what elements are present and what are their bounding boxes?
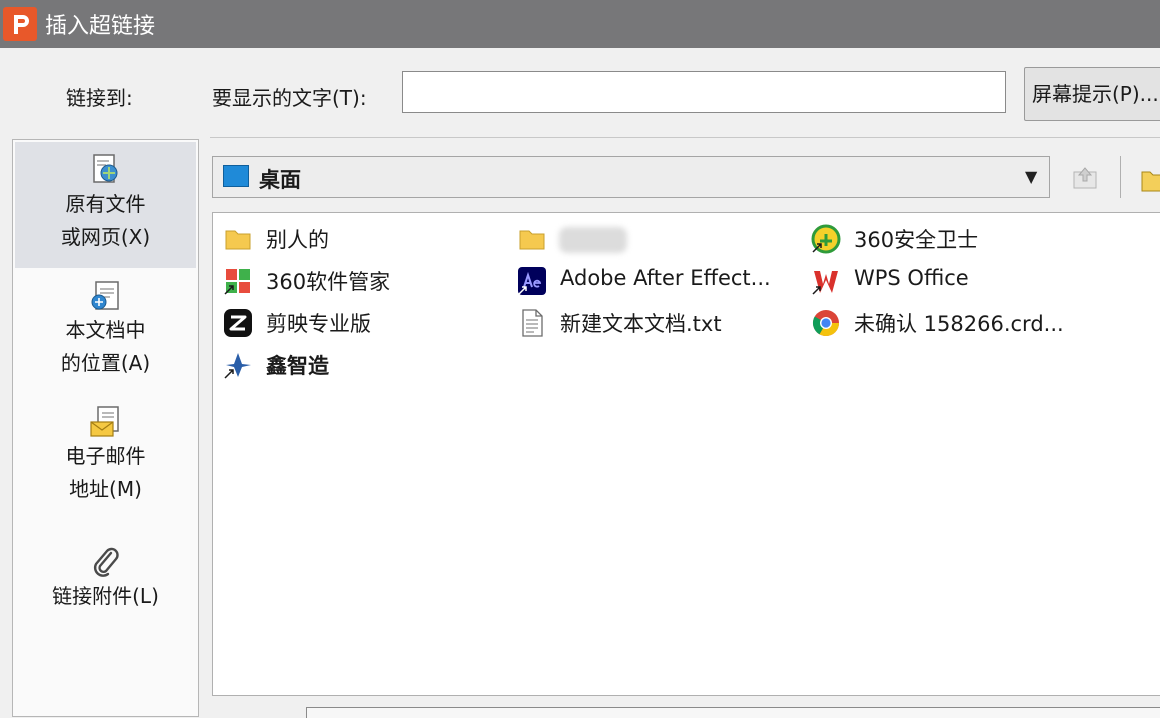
sidebar-item-label: 的位置(A) — [60, 351, 151, 375]
display-text-label: 要显示的文字(T): — [212, 86, 367, 110]
file-name: 别人的 — [266, 228, 329, 252]
file-list[interactable]: 别人的 360软件管家 剪映专业版 鑫智造 Adobe After Effect… — [212, 212, 1160, 696]
sidebar-item-link-attachment[interactable]: 链接附件(L) — [15, 524, 196, 650]
bottom-field-edge — [306, 707, 1160, 718]
up-folder-button[interactable] — [1064, 158, 1108, 198]
sidebar-item-label: 或网页(X) — [60, 225, 151, 249]
sidebar-item-label: 本文档中 — [65, 318, 146, 342]
wps-office-icon — [812, 271, 838, 295]
link-to-label: 链接到: — [66, 86, 133, 110]
email-icon — [89, 406, 119, 437]
360-software-manager-icon — [224, 269, 250, 295]
document-place-icon — [91, 281, 119, 310]
sidebar-item-label: 原有文件 — [65, 192, 146, 216]
after-effects-icon — [518, 267, 546, 295]
toolbar-separator — [1120, 156, 1121, 198]
sidebar-item-label: 电子邮件 — [65, 444, 146, 468]
folder-icon — [519, 230, 545, 250]
jianying-icon — [224, 309, 252, 337]
chrome-icon — [812, 310, 840, 337]
sidebar-item-document-place[interactable]: 本文档中 的位置(A) — [15, 268, 196, 394]
file-name: 未确认 158266.crd... — [854, 312, 1064, 336]
screentip-button[interactable]: 屏幕提示(P)... — [1024, 67, 1160, 121]
existing-file-icon — [92, 154, 117, 183]
text-file-icon — [522, 309, 543, 337]
360-security-icon — [811, 224, 841, 254]
file-name: 鑫智造 — [266, 354, 329, 378]
link-type-sidebar: 原有文件 或网页(X) 本文档中 的位置(A) 电子邮件 地址(M) 链接附件(… — [12, 139, 199, 717]
display-text-input[interactable] — [402, 71, 1006, 113]
folder-icon — [225, 230, 251, 250]
file-name: Adobe After Effect... — [560, 266, 771, 290]
redacted-file-name — [559, 227, 627, 253]
location-dropdown[interactable]: 桌面 ▼ — [212, 156, 1050, 198]
title-bar: 插入超链接 — [0, 0, 1160, 48]
file-name: 360安全卫士 — [854, 228, 979, 252]
divider — [210, 137, 1160, 138]
file-name: 剪映专业版 — [266, 312, 371, 336]
location-value: 桌面 — [259, 168, 301, 192]
sidebar-item-label: 链接附件(L) — [52, 584, 159, 608]
paperclip-icon — [93, 547, 119, 577]
sidebar-item-email-address[interactable]: 电子邮件 地址(M) — [15, 394, 196, 520]
file-name: 360软件管家 — [266, 270, 391, 294]
window-title: 插入超链接 — [45, 14, 156, 39]
file-name: 新建文本文档.txt — [560, 312, 722, 336]
wps-presentation-icon — [3, 7, 37, 41]
sidebar-item-existing-file[interactable]: 原有文件 或网页(X) — [15, 142, 196, 268]
chevron-down-icon[interactable]: ▼ — [1025, 167, 1037, 186]
desktop-icon — [223, 165, 249, 187]
open-folder-button[interactable] — [1136, 160, 1160, 196]
xinzhizao-icon — [224, 353, 251, 379]
file-name: WPS Office — [854, 266, 969, 290]
sidebar-item-label: 地址(M) — [69, 477, 142, 501]
